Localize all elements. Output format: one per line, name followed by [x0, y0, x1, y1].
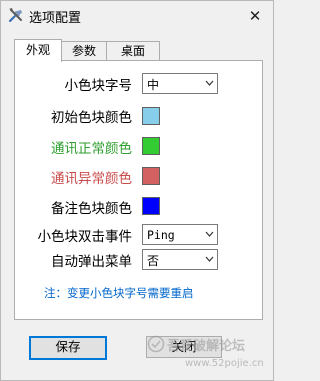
font-size-select[interactable]: 中 [142, 73, 218, 94]
font-size-label: 小色块字号 [64, 78, 133, 94]
normal-color-label: 通讯正常颜色 [51, 141, 132, 157]
note-color-swatch[interactable] [142, 197, 160, 215]
watermark-url: www.52pojie.cn [185, 358, 264, 369]
normal-color-swatch[interactable] [142, 137, 160, 155]
initial-color-swatch[interactable] [142, 107, 160, 125]
close-window-button[interactable]: ✕ [237, 1, 273, 31]
initial-color-label: 初始色块颜色 [51, 110, 132, 126]
chevron-down-icon [205, 256, 214, 262]
abnormal-color-swatch[interactable] [142, 167, 160, 185]
options-dialog: 选项配置 ✕ 外观 参数 桌面 小色块字号 中 初始色块颜色 通讯正常颜色 通讯… [0, 0, 274, 381]
auto-popup-label: 自动弹出菜单 [51, 254, 132, 270]
tab-appearance[interactable]: 外观 [14, 39, 62, 62]
close-button[interactable]: 关闭 [146, 336, 222, 358]
save-button[interactable]: 保存 [29, 336, 107, 360]
double-click-value: Ping [147, 228, 175, 242]
restart-note: 注：变更小色块字号需要重启 [44, 286, 194, 300]
note-color-label: 备注色块颜色 [51, 201, 132, 217]
auto-popup-value: 否 [147, 254, 160, 268]
double-click-select[interactable]: Ping [142, 224, 218, 245]
font-size-value: 中 [147, 78, 160, 92]
auto-popup-select[interactable]: 否 [142, 249, 218, 270]
appearance-panel: 小色块字号 中 初始色块颜色 通讯正常颜色 通讯异常颜色 备注色块颜色 小色块双… [14, 60, 263, 320]
window-title: 选项配置 [29, 11, 82, 26]
tools-icon [8, 8, 22, 23]
title-bar: 选项配置 ✕ [1, 1, 273, 31]
double-click-label: 小色块双击事件 [37, 229, 133, 245]
chevron-down-icon [205, 80, 214, 86]
tab-desktop[interactable]: 桌面 [106, 41, 160, 60]
chevron-down-icon [205, 231, 214, 237]
abnormal-color-label: 通讯异常颜色 [51, 171, 132, 187]
tab-parameters[interactable]: 参数 [60, 41, 108, 60]
